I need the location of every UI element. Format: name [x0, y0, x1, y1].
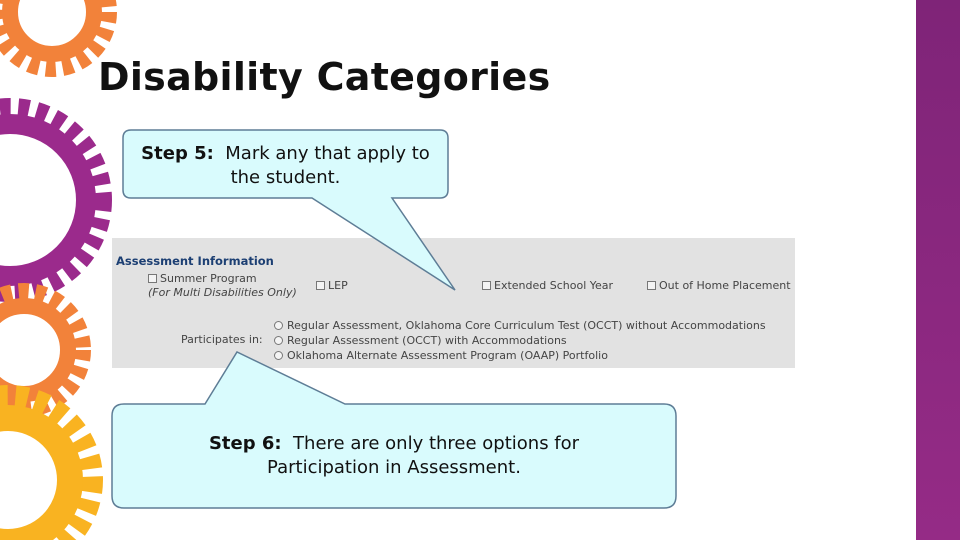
callout-step6-line1: Step 6: There are only three options for [118, 432, 670, 456]
callout-step5: Step 5: Mark any that apply to the stude… [128, 142, 443, 190]
callout-step6-bubble [111, 351, 677, 509]
step5-text-line1: Mark any that apply to [225, 143, 430, 164]
step5-text-line2: the student. [230, 167, 341, 188]
step5-label: Step 5: [141, 143, 214, 164]
step6-text-line2: Participation in Assessment. [267, 457, 521, 478]
callout-step5-line1: Step 5: Mark any that apply to [128, 142, 443, 166]
callout-step6: Step 6: There are only three options for… [118, 432, 670, 480]
step6-label: Step 6: [208, 433, 282, 454]
step6-text-line1: There are only three options for [293, 433, 580, 454]
